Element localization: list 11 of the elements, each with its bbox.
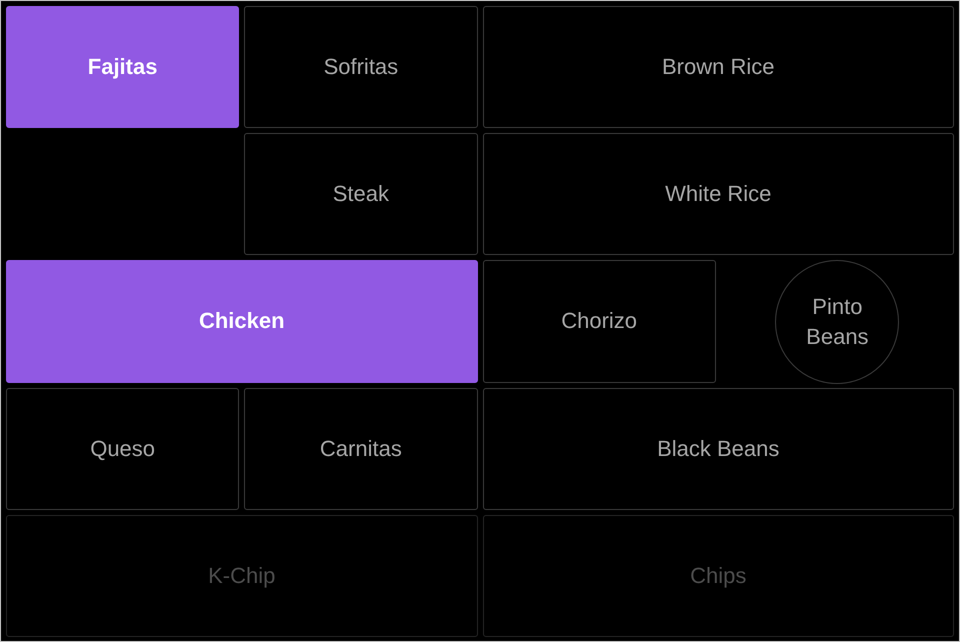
menu-button[interactable]: Fajitas [6, 6, 240, 128]
round-button[interactable]: Pinto Beans [775, 260, 900, 384]
menu-button[interactable]: White Rice [482, 133, 954, 256]
menu-button[interactable]: Black Beans [482, 388, 954, 510]
menu-button[interactable]: Brown Rice [482, 6, 954, 128]
menu-button[interactable]: Chorizo [482, 260, 716, 383]
menu-button[interactable]: Sofritas [244, 6, 478, 128]
menu-button[interactable]: Chicken [6, 260, 478, 383]
menu-button[interactable]: Carnitas [244, 388, 478, 510]
menu-button[interactable]: Steak [244, 133, 478, 256]
menu-button[interactable]: Queso [6, 388, 240, 510]
